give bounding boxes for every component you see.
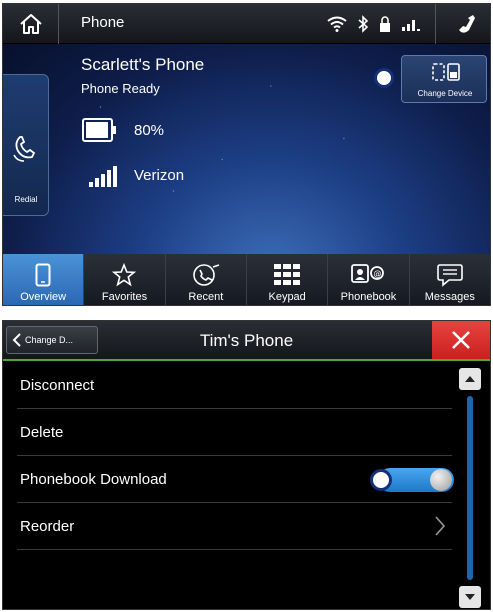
tab-keypad[interactable]: Keypad <box>245 254 327 305</box>
change-device-label: Change Device <box>417 89 473 98</box>
tab-label: Phonebook <box>340 291 397 303</box>
signal-icon <box>402 20 420 31</box>
wifi-icon <box>327 16 347 32</box>
tab-label: Keypad <box>268 291 306 303</box>
selection-indicator <box>374 68 394 88</box>
home-icon <box>19 14 42 34</box>
item-label: Delete <box>20 423 64 441</box>
phone-overview-screen: Phone Redial Scarlett's Phone Phone Read… <box>2 3 491 306</box>
item-label: Reorder <box>20 517 75 535</box>
device-settings-screen: Change D... Tim's Phone Disconnect Delet… <box>2 320 491 610</box>
home-button[interactable] <box>3 4 59 44</box>
tab-label: Overview <box>20 291 67 303</box>
phone-outline-icon <box>35 263 51 287</box>
svg-text:@: @ <box>374 269 382 278</box>
message-icon <box>436 264 463 287</box>
tab-overview[interactable]: Overview <box>3 254 84 305</box>
item-label: Disconnect <box>20 376 95 394</box>
status-area <box>327 4 486 44</box>
signal-strength-icon <box>89 166 117 187</box>
top-bar: Phone <box>3 4 490 44</box>
phone-name: Scarlett's Phone <box>81 55 205 74</box>
tab-bar: Overview Favorites Recent Keypad @ Phone… <box>3 254 490 305</box>
arrow-down-icon <box>465 594 475 600</box>
disconnect-item[interactable]: Disconnect <box>17 362 452 409</box>
scroll-down-button[interactable] <box>459 586 481 608</box>
close-icon <box>452 331 470 349</box>
scroll-thumb[interactable] <box>467 396 473 580</box>
tab-recent[interactable]: Recent <box>164 254 246 305</box>
tab-label: Favorites <box>101 291 148 303</box>
screen-title: Phone <box>81 14 125 31</box>
phone-status-text: Phone Ready <box>81 81 160 96</box>
tab-label: Recent <box>188 291 224 303</box>
chevron-right-icon <box>435 516 446 536</box>
settings-list: Disconnect Delete Phonebook Download Reo… <box>3 362 454 550</box>
item-label: Phonebook Download <box>20 470 167 488</box>
close-button[interactable] <box>432 321 490 359</box>
scroll-up-button[interactable] <box>459 368 481 390</box>
tab-label: Messages <box>424 291 475 303</box>
bluetooth-icon <box>358 15 369 33</box>
recent-call-icon <box>193 264 220 286</box>
redial-button[interactable]: Redial <box>3 74 49 216</box>
toggle-knob <box>430 469 452 491</box>
scrollbar[interactable] <box>450 362 490 609</box>
selection-indicator <box>370 469 392 491</box>
reorder-item[interactable]: Reorder <box>17 503 452 550</box>
phonebook-icon: @ <box>351 264 385 283</box>
battery-level: 80% <box>134 122 165 139</box>
arrow-up-icon <box>465 376 475 382</box>
change-device-button[interactable]: Change Device <box>401 55 487 103</box>
tab-messages[interactable]: Messages <box>408 254 490 305</box>
redial-label: Redial <box>14 195 38 204</box>
phonebook-download-item[interactable]: Phonebook Download <box>17 456 454 503</box>
tab-favorites[interactable]: Favorites <box>83 254 164 305</box>
keypad-icon <box>274 264 301 285</box>
carrier-name: Verizon <box>134 167 185 184</box>
divider <box>435 4 436 44</box>
battery-icon <box>82 118 116 142</box>
phone-button[interactable] <box>446 4 486 44</box>
screen-title: Tim's Phone <box>199 331 294 350</box>
phone-icon <box>459 15 475 33</box>
tab-phonebook[interactable]: @ Phonebook <box>327 254 408 305</box>
star-icon <box>112 263 137 287</box>
lock-icon <box>380 16 390 32</box>
delete-item[interactable]: Delete <box>17 409 452 456</box>
change-device-icon <box>432 63 460 81</box>
top-bar: Change D... Tim's Phone <box>3 321 490 361</box>
redial-icon <box>13 136 36 162</box>
